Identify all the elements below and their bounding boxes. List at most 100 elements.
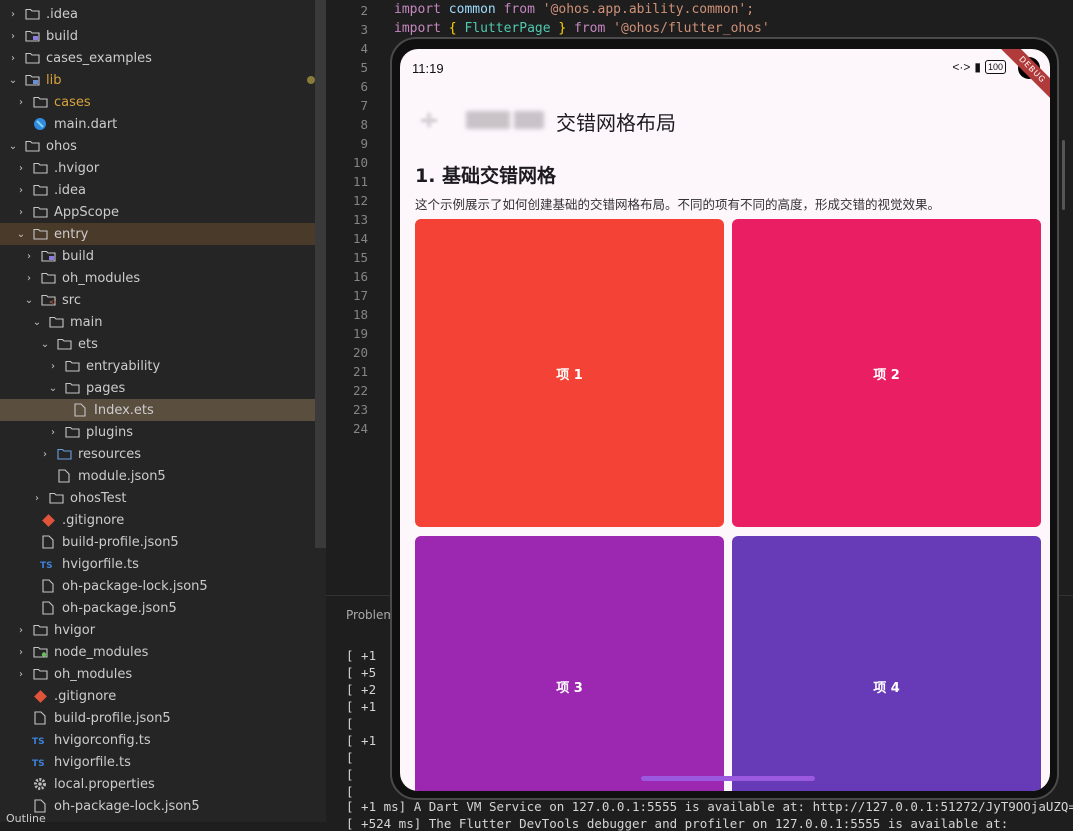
line-number: 15: [352, 250, 368, 265]
grid-tile-1[interactable]: 项 1: [415, 219, 724, 527]
tree-item-label: .gitignore: [62, 512, 125, 528]
tree-item[interactable]: ⌄ </> src: [0, 289, 326, 311]
tree-item[interactable]: TS hvigorconfig.ts: [0, 729, 326, 751]
tree-item[interactable]: › .hvigor: [0, 157, 326, 179]
chevron-down-icon[interactable]: ⌄: [46, 383, 60, 394]
tree-item[interactable]: › resources: [0, 443, 326, 465]
tree-item[interactable]: › oh_modules: [0, 663, 326, 685]
tree-item[interactable]: oh-package-lock.json5: [0, 575, 326, 597]
chevron-right-icon[interactable]: ›: [14, 97, 28, 108]
brace: {: [448, 21, 457, 36]
grid-tile-2[interactable]: 项 2: [732, 219, 1041, 527]
tree-item[interactable]: Index.ets: [0, 399, 326, 421]
chevron-down-icon[interactable]: ⌄: [38, 339, 52, 350]
tree-item[interactable]: build-profile.json5: [0, 531, 326, 553]
folder-node-icon: [32, 645, 48, 659]
tree-item[interactable]: › build: [0, 245, 326, 267]
chevron-right-icon[interactable]: ›: [30, 493, 44, 504]
tree-item[interactable]: ⌄ entry: [0, 223, 326, 245]
tree-item[interactable]: › entryability: [0, 355, 326, 377]
chevron-down-icon[interactable]: ⌄: [30, 317, 44, 328]
chevron-right-icon[interactable]: ›: [14, 669, 28, 680]
chevron-right-icon[interactable]: ›: [14, 163, 28, 174]
grid-tile-4[interactable]: 项 4: [732, 536, 1041, 791]
tree-item[interactable]: › cases: [0, 91, 326, 113]
folder-icon: [64, 359, 80, 373]
chevron-right-icon[interactable]: ›: [14, 625, 28, 636]
folder-lib-icon: [24, 73, 40, 87]
svg-text:</>: </>: [49, 299, 56, 306]
code-line-2[interactable]: import common from '@ohos.app.ability.co…: [394, 2, 754, 17]
tree-item[interactable]: module.json5: [0, 465, 326, 487]
folder-icon: [32, 183, 48, 197]
folder-icon: [24, 139, 40, 153]
tree-item-label: .gitignore: [54, 688, 117, 704]
tree-item[interactable]: › oh_modules: [0, 267, 326, 289]
tree-item[interactable]: .gitignore: [0, 685, 326, 707]
chevron-right-icon[interactable]: ›: [46, 361, 60, 372]
line-number: 17: [352, 288, 368, 303]
folder-icon: [32, 161, 48, 175]
tree-item[interactable]: local.properties: [0, 773, 326, 795]
tree-item[interactable]: › .idea: [0, 179, 326, 201]
grid-tile-3[interactable]: 项 3: [415, 536, 724, 791]
tree-item[interactable]: ⌄ main: [0, 311, 326, 333]
chevron-right-icon[interactable]: ›: [6, 9, 20, 20]
chevron-down-icon[interactable]: ⌄: [6, 75, 20, 86]
chevron-right-icon[interactable]: ›: [14, 185, 28, 196]
code-line-3[interactable]: import { FlutterPage } from '@ohos/flutt…: [394, 21, 770, 36]
tree-item[interactable]: › hvigor: [0, 619, 326, 641]
folder-icon: [32, 227, 48, 241]
terminal-line: [ +1: [346, 699, 377, 714]
chevron-right-icon[interactable]: ›: [46, 427, 60, 438]
tree-item[interactable]: ⌄ ets: [0, 333, 326, 355]
tree-item-label: main.dart: [54, 116, 118, 132]
chevron-right-icon[interactable]: ›: [14, 207, 28, 218]
chevron-right-icon[interactable]: ›: [14, 647, 28, 658]
tree-item[interactable]: › build: [0, 25, 326, 47]
home-indicator[interactable]: [641, 776, 815, 781]
chevron-right-icon[interactable]: ›: [6, 31, 20, 42]
line-number: 18: [352, 307, 368, 322]
tree-item[interactable]: › node_modules: [0, 641, 326, 663]
tree-item[interactable]: › cases_examples: [0, 47, 326, 69]
chevron-right-icon[interactable]: ›: [22, 273, 36, 284]
chevron-right-icon[interactable]: ›: [22, 251, 36, 262]
tab-problems[interactable]: Problem: [346, 608, 395, 622]
terminal-line: [ +1: [346, 733, 377, 748]
git-icon: [40, 513, 56, 527]
tree-item[interactable]: TS hvigorfile.ts: [0, 553, 326, 575]
chevron-right-icon[interactable]: ›: [6, 53, 20, 64]
line-number: 22: [352, 383, 368, 398]
tree-item[interactable]: › ohosTest: [0, 487, 326, 509]
outline-section-header[interactable]: Outline: [6, 812, 46, 822]
folder-icon: [64, 381, 80, 395]
tree-item[interactable]: › plugins: [0, 421, 326, 443]
tree-item[interactable]: › .idea: [0, 3, 326, 25]
chevron-right-icon[interactable]: ›: [38, 449, 52, 460]
sim-icon: ▮: [974, 60, 981, 74]
folder-icon: [32, 95, 48, 109]
tree-item[interactable]: › AppScope: [0, 201, 326, 223]
line-number: 24: [352, 421, 368, 436]
tree-item[interactable]: ⌄ lib: [0, 69, 326, 91]
tree-item[interactable]: .gitignore: [0, 509, 326, 531]
tree-item-label: ets: [78, 336, 98, 352]
tree-item[interactable]: oh-package.json5: [0, 597, 326, 619]
terminal-line: [ +1: [346, 648, 377, 663]
tree-item[interactable]: main.dart: [0, 113, 326, 135]
back-arrow-icon[interactable]: [414, 105, 444, 135]
tree-item-label: node_modules: [54, 644, 149, 660]
svg-text:TS: TS: [32, 759, 45, 767]
folder-resources-icon: [56, 447, 72, 461]
tree-item[interactable]: ⌄ pages: [0, 377, 326, 399]
tree-item[interactable]: ⌄ ohos: [0, 135, 326, 157]
tree-item[interactable]: TS hvigorfile.ts: [0, 751, 326, 773]
tree-item[interactable]: oh-package-lock.json5: [0, 795, 326, 817]
chevron-down-icon[interactable]: ⌄: [6, 141, 20, 152]
tree-item[interactable]: build-profile.json5: [0, 707, 326, 729]
explorer-scrollbar[interactable]: [315, 0, 326, 548]
chevron-down-icon[interactable]: ⌄: [14, 229, 28, 240]
keyword: import: [394, 21, 441, 36]
chevron-down-icon[interactable]: ⌄: [22, 295, 36, 306]
